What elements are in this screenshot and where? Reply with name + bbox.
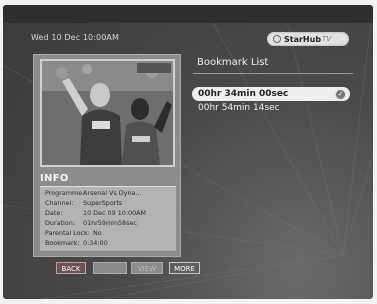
bookmark-item[interactable]: 00hr 34min 00sec bbox=[192, 87, 350, 101]
back-button[interactable]: BACK bbox=[56, 262, 86, 274]
info-row-channel: Channel: SuperSports bbox=[45, 199, 123, 207]
view-button[interactable]: VIEW bbox=[131, 262, 163, 274]
info-row-parental-lock: Parental Lock: No bbox=[45, 229, 102, 237]
football-players-image bbox=[42, 61, 173, 165]
info-title: INFO bbox=[40, 173, 69, 184]
blank-button[interactable] bbox=[93, 262, 127, 274]
more-button[interactable]: MORE bbox=[169, 262, 200, 274]
datetime: Wed 10 Dec 10:00AM bbox=[31, 33, 119, 42]
bookmark-list-title: Bookmark List bbox=[197, 57, 269, 68]
info-row-programme: Programme:Arsenal Vs Dyna... bbox=[45, 189, 142, 197]
programme-thumbnail bbox=[40, 59, 175, 167]
logo-ring-icon bbox=[273, 35, 281, 43]
starhub-logo: StarHub TV bbox=[267, 32, 349, 46]
logo-suffix: TV bbox=[322, 35, 332, 43]
info-row-date: Date: 10 Dec 09 10:00AM bbox=[45, 209, 147, 217]
bookmark-divider bbox=[193, 73, 353, 74]
selected-check-icon: ✓ bbox=[335, 89, 346, 100]
info-row-duration: Duration: 01hr59min58sec bbox=[45, 219, 137, 227]
logo-brand: StarHub bbox=[284, 34, 322, 44]
bookmark-item[interactable]: 00hr 54min 14sec bbox=[192, 101, 350, 115]
info-row-bookmark: Bookmark: 0:34:00 bbox=[45, 239, 108, 247]
